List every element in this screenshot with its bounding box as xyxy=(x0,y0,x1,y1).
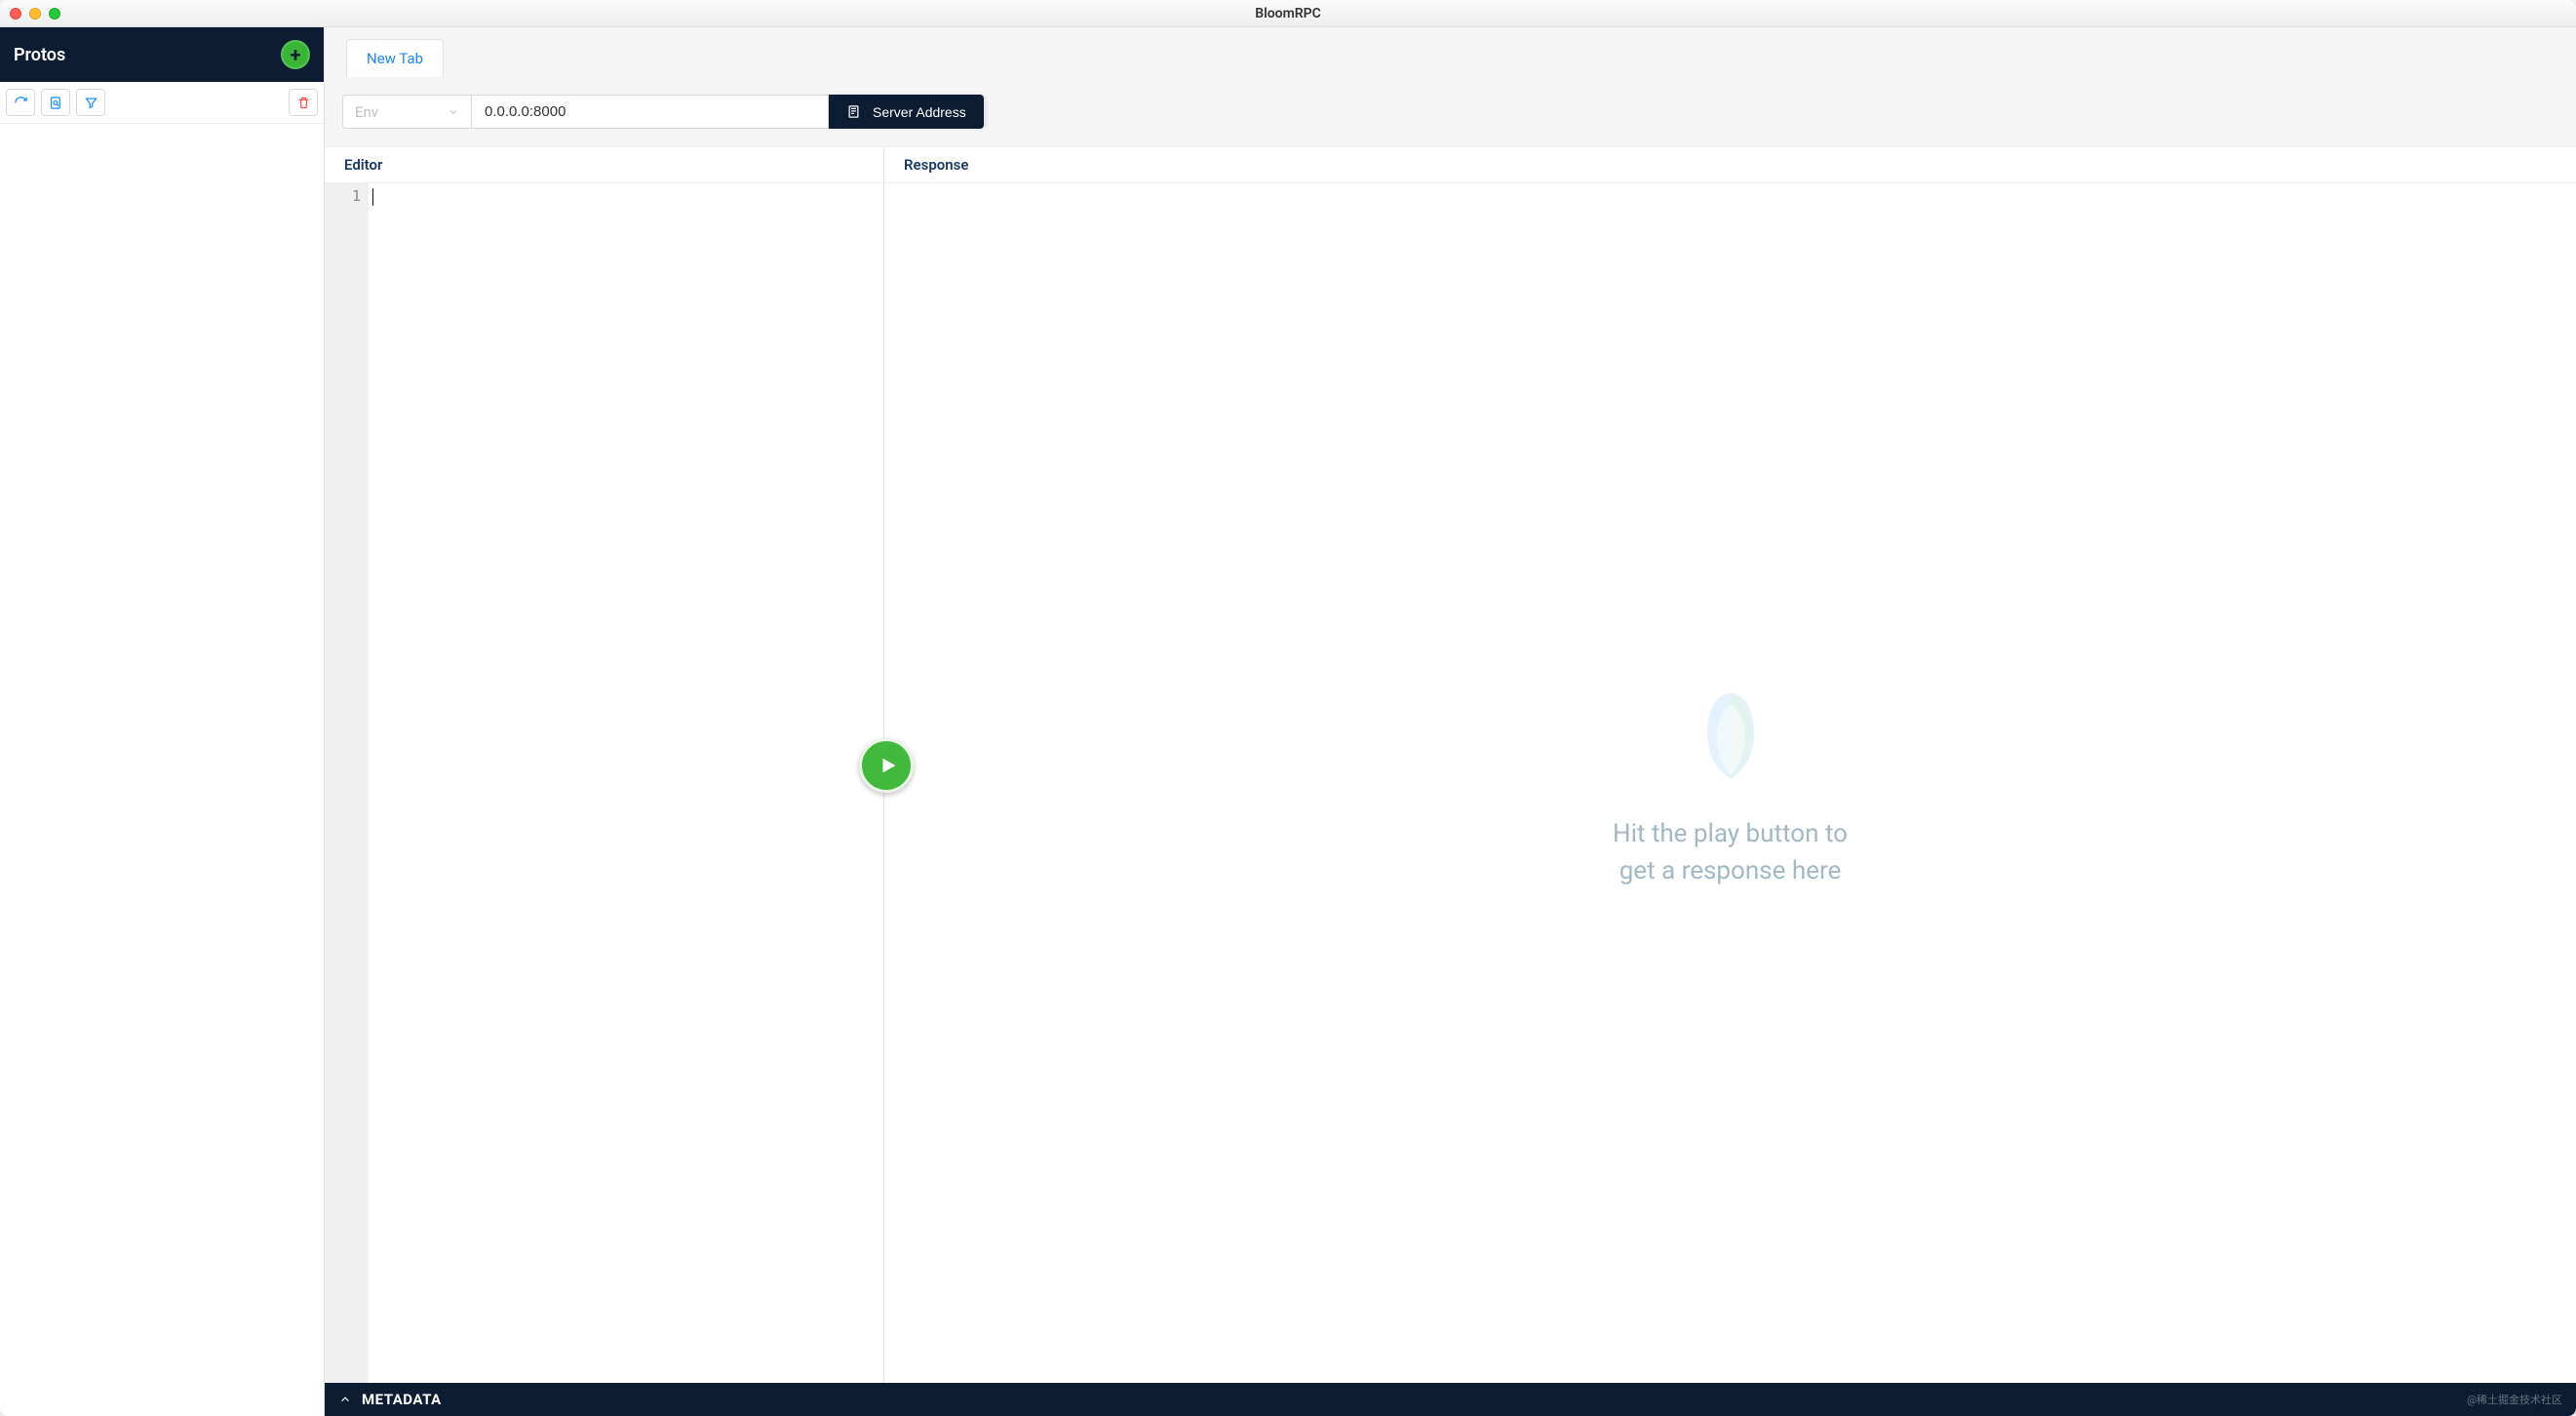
trash-icon xyxy=(296,96,311,110)
metadata-footer[interactable]: METADATA @稀土掘金技术社区 xyxy=(325,1383,2576,1416)
sidebar: Protos + xyxy=(0,27,325,1416)
tab-new[interactable]: New Tab xyxy=(346,39,444,77)
flower-icon xyxy=(1672,676,1789,793)
import-paths-button[interactable] xyxy=(41,89,70,116)
close-window-icon[interactable] xyxy=(10,8,21,20)
sidebar-title: Protos xyxy=(14,45,65,65)
tab-bar: New Tab xyxy=(325,27,2576,77)
titlebar: BloomRPC xyxy=(0,0,2576,27)
add-proto-button[interactable]: + xyxy=(281,40,310,69)
chevron-down-icon xyxy=(448,106,459,118)
editor-body[interactable]: 1 xyxy=(325,183,883,1383)
sidebar-body xyxy=(0,124,324,1416)
delete-button[interactable] xyxy=(289,89,318,116)
maximize-window-icon[interactable] xyxy=(49,8,60,20)
response-body: Hit the play button to get a response he… xyxy=(884,183,2576,1383)
editor-gutter: 1 xyxy=(325,183,369,1383)
server-address-input[interactable] xyxy=(472,95,829,129)
code-area[interactable] xyxy=(369,183,883,1383)
editor-panel: Editor 1 xyxy=(325,147,884,1383)
response-header: Response xyxy=(884,147,2576,183)
sidebar-tools xyxy=(0,82,324,124)
metadata-label: METADATA xyxy=(362,1391,442,1408)
filter-button[interactable] xyxy=(76,89,105,116)
address-book-icon xyxy=(846,104,861,119)
refresh-button[interactable] xyxy=(6,89,35,116)
cursor-icon xyxy=(372,188,373,206)
env-placeholder: Env xyxy=(355,103,378,121)
response-panel: Response Hit the play button to get a re… xyxy=(884,147,2576,1383)
watermark-text: @稀土掘金技术社区 xyxy=(2467,1392,2562,1407)
editor-header: Editor xyxy=(325,147,883,183)
address-toolbar: Env Server Address xyxy=(325,77,2576,146)
plus-icon: + xyxy=(291,43,301,66)
play-icon xyxy=(878,755,899,776)
server-address-button[interactable]: Server Address xyxy=(829,95,984,129)
response-placeholder: Hit the play button to get a response he… xyxy=(1604,816,1857,889)
server-address-label: Server Address xyxy=(873,104,966,120)
chevron-up-icon xyxy=(338,1393,352,1406)
window-title: BloomRPC xyxy=(1255,6,1321,21)
sidebar-header: Protos + xyxy=(0,27,324,82)
minimize-window-icon[interactable] xyxy=(29,8,41,20)
refresh-icon xyxy=(14,96,28,110)
line-number: 1 xyxy=(332,187,361,205)
play-button[interactable] xyxy=(859,738,914,793)
window-controls xyxy=(10,8,60,20)
filter-icon xyxy=(84,96,98,110)
file-search-icon xyxy=(49,96,63,110)
env-select[interactable]: Env xyxy=(342,95,472,129)
